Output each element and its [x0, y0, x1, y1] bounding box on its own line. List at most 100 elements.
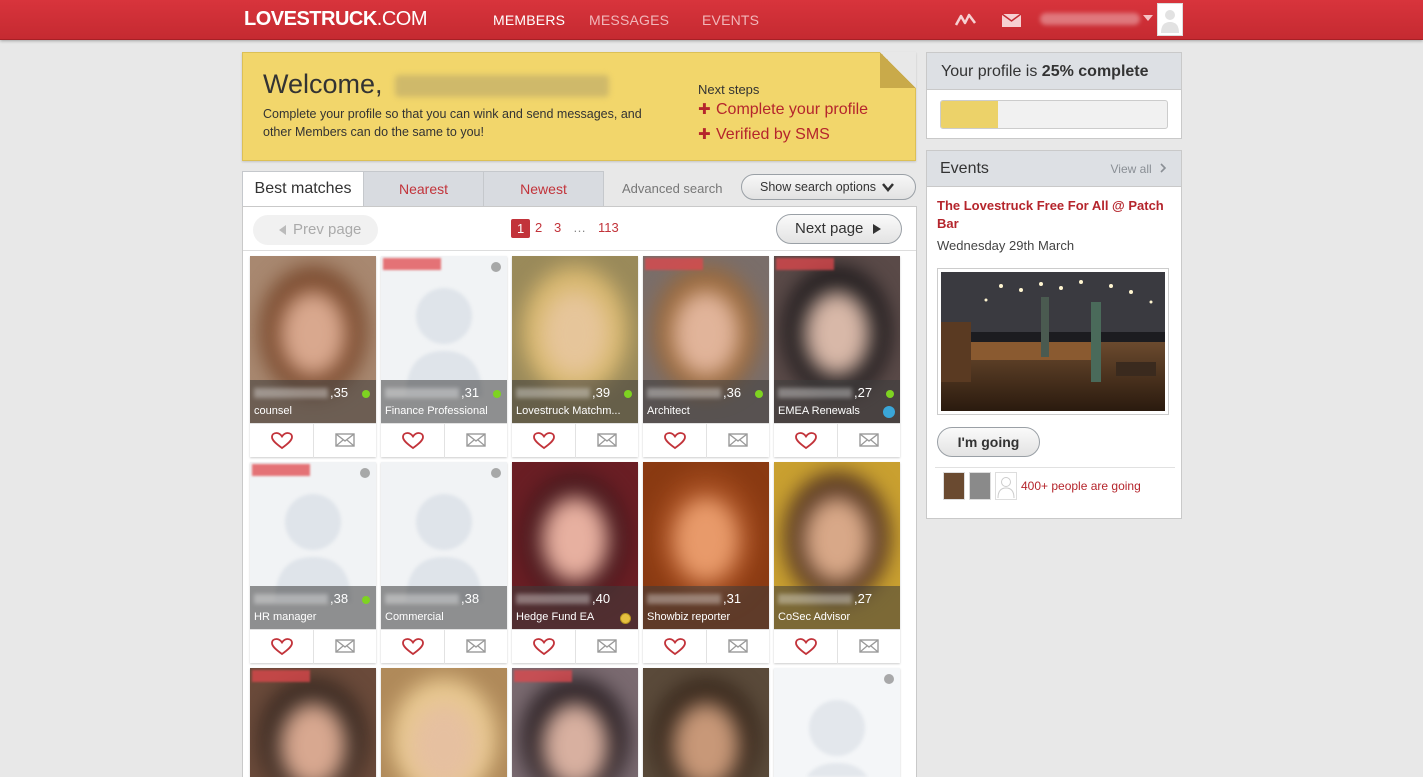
- heart-icon: [795, 638, 817, 656]
- message-button[interactable]: [444, 630, 507, 664]
- member-card[interactable]: ,38 Commercial: [381, 462, 507, 664]
- view-all-events-link[interactable]: View all: [1111, 162, 1167, 176]
- mail-icon[interactable]: [1000, 10, 1024, 30]
- next-page-button[interactable]: Next page: [776, 214, 902, 244]
- member-photo[interactable]: ,40 Hedge Fund EA: [512, 462, 638, 629]
- lovestruck-logo[interactable]: LOVESTRUCK.COM: [244, 8, 428, 31]
- message-button[interactable]: [313, 630, 376, 664]
- member-photo[interactable]: ,39 Lovestruck Matchm...: [512, 256, 638, 423]
- message-button[interactable]: [313, 424, 376, 458]
- card-actions: [512, 629, 638, 664]
- verify-sms-link[interactable]: ✚ Verified by SMS: [698, 125, 830, 144]
- message-button[interactable]: [706, 630, 769, 664]
- wink-button[interactable]: [774, 424, 837, 458]
- member-photo[interactable]: ,35 counsel: [250, 256, 376, 423]
- member-age: ,38: [330, 591, 349, 606]
- member-card[interactable]: [512, 668, 638, 777]
- attendee-avatar[interactable]: [943, 472, 965, 500]
- member-card[interactable]: ,38 HR manager: [250, 462, 376, 664]
- member-card[interactable]: ,36 Architect: [643, 256, 769, 458]
- heart-icon: [402, 432, 424, 450]
- show-search-options-button[interactable]: Show search options: [741, 174, 916, 200]
- member-photo[interactable]: ,38 HR manager: [250, 462, 376, 629]
- wink-button[interactable]: [774, 630, 837, 664]
- message-button[interactable]: [575, 424, 638, 458]
- member-photo[interactable]: ,31 Showbiz reporter: [643, 462, 769, 629]
- member-photo[interactable]: ,38 Commercial: [381, 462, 507, 629]
- attendee-avatar[interactable]: [969, 472, 991, 500]
- member-name-blurred: [385, 594, 459, 604]
- username-blurred[interactable]: [1040, 13, 1140, 25]
- wink-button[interactable]: [512, 424, 575, 458]
- logo-suffix: .COM: [376, 8, 428, 30]
- wink-button[interactable]: [381, 630, 444, 664]
- wink-button[interactable]: [250, 630, 313, 664]
- member-occupation: Finance Professional: [385, 405, 488, 417]
- page-3[interactable]: 3: [554, 220, 561, 235]
- member-card[interactable]: [381, 668, 507, 777]
- member-card[interactable]: ,35 counsel: [250, 256, 376, 458]
- member-photo[interactable]: [643, 668, 769, 777]
- message-button[interactable]: [444, 424, 507, 458]
- card-actions: [381, 423, 507, 458]
- user-avatar[interactable]: [1157, 3, 1183, 36]
- member-photo[interactable]: [774, 668, 900, 777]
- message-button[interactable]: [575, 630, 638, 664]
- chevron-down-icon[interactable]: [1143, 15, 1153, 21]
- member-name-blurred: [385, 388, 459, 398]
- prev-page-label: Prev page: [293, 221, 362, 238]
- member-photo[interactable]: ,36 Architect: [643, 256, 769, 423]
- events-box: Events View all The Lovestruck Free For …: [926, 150, 1182, 519]
- member-card[interactable]: ,27 CoSec Advisor: [774, 462, 900, 664]
- member-card[interactable]: ,31 Showbiz reporter: [643, 462, 769, 664]
- message-button[interactable]: [837, 630, 900, 664]
- member-photo[interactable]: [381, 668, 507, 777]
- member-card[interactable]: ,31 Finance Professional: [381, 256, 507, 458]
- photo-count-icon: [360, 468, 370, 478]
- member-photo[interactable]: ,27 EMEA Renewals: [774, 256, 900, 423]
- advanced-search-link[interactable]: Advanced search: [622, 181, 722, 196]
- message-button[interactable]: [706, 424, 769, 458]
- wink-button[interactable]: [381, 424, 444, 458]
- prev-page-button[interactable]: Prev page: [253, 215, 378, 245]
- member-photo[interactable]: ,31 Finance Professional: [381, 256, 507, 423]
- wink-button[interactable]: [643, 424, 706, 458]
- tab-best-matches[interactable]: Best matches: [242, 171, 364, 207]
- chevron-down-icon: [882, 183, 894, 192]
- member-photo[interactable]: ,27 CoSec Advisor: [774, 462, 900, 629]
- member-photo[interactable]: [512, 668, 638, 777]
- member-card[interactable]: [643, 668, 769, 777]
- attendees-count[interactable]: 400+ people are going: [1021, 479, 1141, 493]
- member-occupation: Architect: [647, 405, 690, 417]
- activity-icon[interactable]: [954, 10, 978, 30]
- page-1[interactable]: 1: [511, 219, 531, 238]
- member-card[interactable]: ,39 Lovestruck Matchm...: [512, 256, 638, 458]
- nav-members[interactable]: MEMBERS: [493, 12, 565, 28]
- heart-icon: [271, 432, 293, 450]
- event-venue-photo[interactable]: [937, 268, 1169, 415]
- message-button[interactable]: [837, 424, 900, 458]
- tab-newest[interactable]: Newest: [483, 171, 604, 207]
- online-status-icon: [362, 390, 370, 398]
- attendee-avatar[interactable]: [995, 472, 1017, 500]
- event-name-link[interactable]: The Lovestruck Free For All @ Patch Bar: [937, 197, 1177, 233]
- page-last[interactable]: 113: [598, 220, 619, 235]
- member-card[interactable]: ,40 Hedge Fund EA: [512, 462, 638, 664]
- tab-nearest[interactable]: Nearest: [363, 171, 484, 207]
- nav-events[interactable]: EVENTS: [702, 12, 759, 28]
- pagination-bar: Prev page 1 2 3 … 113 Next page: [243, 207, 916, 251]
- member-card[interactable]: [774, 668, 900, 777]
- wink-button[interactable]: [250, 424, 313, 458]
- member-photo[interactable]: [250, 668, 376, 777]
- wink-button[interactable]: [512, 630, 575, 664]
- page-2[interactable]: 2: [535, 220, 542, 235]
- wink-button[interactable]: [643, 630, 706, 664]
- member-card[interactable]: [250, 668, 376, 777]
- member-age: ,36: [723, 385, 742, 400]
- member-badge: [514, 670, 572, 682]
- nav-messages[interactable]: MESSAGES: [589, 12, 669, 28]
- im-going-button[interactable]: I'm going: [937, 427, 1040, 457]
- profile-prefix: Your profile is: [941, 63, 1042, 80]
- member-card[interactable]: ,27 EMEA Renewals: [774, 256, 900, 458]
- complete-profile-link[interactable]: ✚ Complete your profile: [698, 100, 868, 119]
